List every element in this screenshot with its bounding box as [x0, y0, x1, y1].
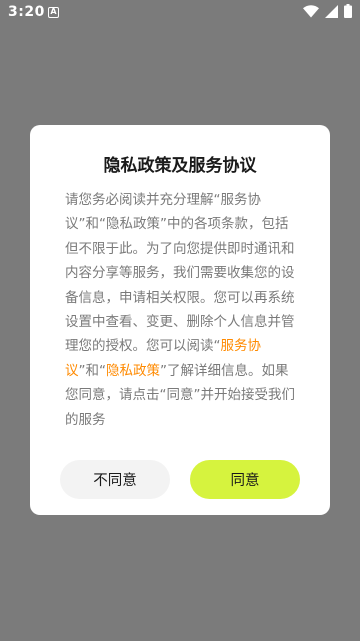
body-text-part1: 请您务必阅读并充分理解“服务协议”和“隐私政策”中的各项条款，包括但不限于此。为… [65, 192, 295, 355]
dialog-title: 隐私政策及服务协议 [103, 156, 257, 176]
status-icons [303, 4, 352, 18]
disagree-button[interactable]: 不同意 [60, 460, 170, 499]
status-bar: 3:20 A [0, 0, 360, 24]
notification-icon: A [48, 7, 59, 18]
status-time: 3:20 [8, 4, 45, 20]
agree-button[interactable]: 同意 [190, 460, 300, 499]
privacy-policy-link[interactable]: 隐私政策 [106, 363, 160, 379]
wifi-icon [303, 4, 319, 18]
privacy-dialog: 隐私政策及服务协议 请您务必阅读并充分理解“服务协议”和“隐私政策”中的各项条款… [30, 125, 330, 515]
body-text-part2: ”和“ [78, 362, 107, 379]
dialog-body-text: 请您务必阅读并充分理解“服务协议”和“隐私政策”中的各项条款，包括但不限于此。为… [65, 188, 295, 432]
signal-icon [325, 4, 338, 18]
battery-icon [344, 4, 352, 18]
